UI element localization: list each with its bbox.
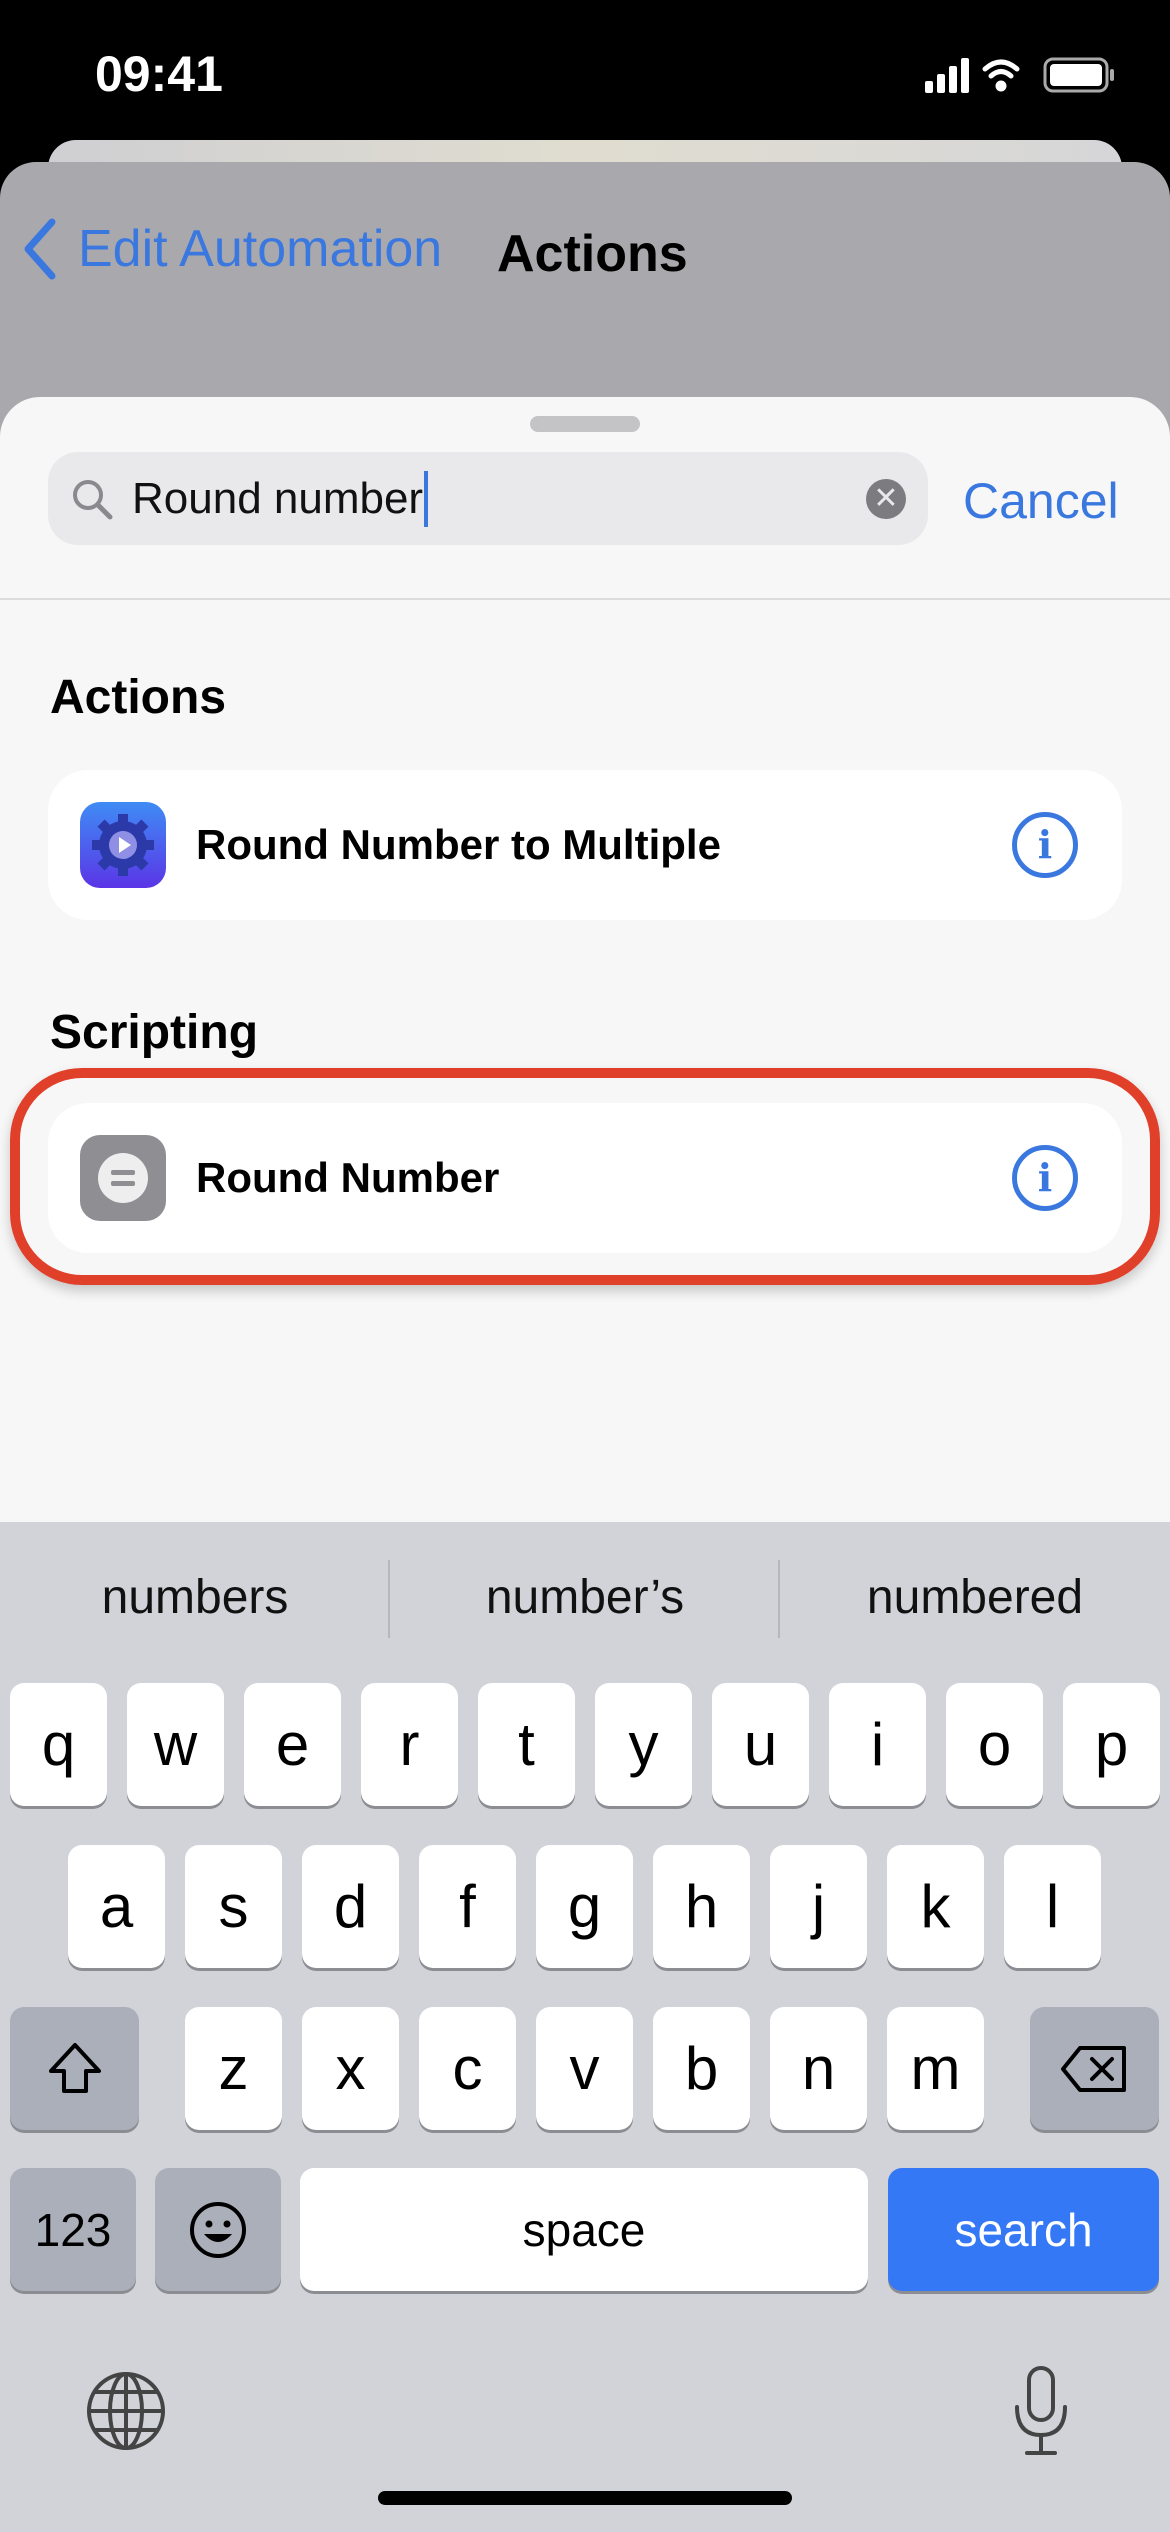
- shift-key[interactable]: [10, 2007, 139, 2130]
- key-a[interactable]: a: [68, 1845, 165, 1968]
- suggestion-divider: [778, 1560, 780, 1638]
- action-row-round-number-to-multiple[interactable]: Round Number to Multiple i: [48, 770, 1122, 920]
- backspace-icon: [1060, 2045, 1126, 2092]
- key-j[interactable]: j: [770, 1845, 867, 1968]
- key-l[interactable]: l: [1004, 1845, 1101, 1968]
- key-v[interactable]: v: [536, 2007, 633, 2130]
- highlight-outline: [10, 1068, 1160, 1285]
- suggestion-divider: [388, 1560, 390, 1638]
- battery-icon: [1043, 57, 1114, 93]
- key-x[interactable]: x: [302, 2007, 399, 2130]
- search-icon: [73, 479, 113, 519]
- sheet-grabber[interactable]: [530, 416, 640, 432]
- key-e[interactable]: e: [244, 1683, 341, 1806]
- section-header-scripting: Scripting: [50, 1006, 259, 1059]
- key-o[interactable]: o: [946, 1683, 1043, 1806]
- status-time: 09:41: [95, 46, 223, 102]
- search-input[interactable]: Round number: [48, 452, 928, 545]
- key-t[interactable]: t: [478, 1683, 575, 1806]
- info-icon[interactable]: i: [1012, 812, 1078, 878]
- key-p[interactable]: p: [1063, 1683, 1160, 1806]
- key-q[interactable]: q: [10, 1683, 107, 1806]
- microphone-icon[interactable]: [1010, 2365, 1072, 2457]
- key-g[interactable]: g: [536, 1845, 633, 1968]
- emoji-icon: [190, 2201, 246, 2258]
- key-n[interactable]: n: [770, 2007, 867, 2130]
- back-button[interactable]: Edit Automation: [22, 218, 442, 280]
- key-c[interactable]: c: [419, 2007, 516, 2130]
- globe-icon[interactable]: [85, 2370, 167, 2452]
- chevron-left-icon: [24, 218, 56, 280]
- key-k[interactable]: k: [887, 1845, 984, 1968]
- key-i[interactable]: i: [829, 1683, 926, 1806]
- divider: [0, 598, 1170, 600]
- emoji-key[interactable]: [155, 2168, 281, 2291]
- suggestion[interactable]: number’s: [395, 1570, 775, 1625]
- status-icons: [925, 57, 1114, 93]
- backspace-key[interactable]: [1030, 2007, 1159, 2130]
- shift-icon: [48, 2042, 101, 2093]
- key-h[interactable]: h: [653, 1845, 750, 1968]
- clear-search-icon[interactable]: ✕: [866, 479, 906, 519]
- numbers-key[interactable]: 123: [10, 2168, 136, 2291]
- key-w[interactable]: w: [127, 1683, 224, 1806]
- gear-play-icon: [80, 802, 166, 888]
- space-key[interactable]: space: [300, 2168, 868, 2291]
- cancel-button[interactable]: Cancel: [963, 472, 1119, 530]
- back-label: Edit Automation: [78, 220, 443, 278]
- search-key[interactable]: search: [888, 2168, 1159, 2291]
- key-d[interactable]: d: [302, 1845, 399, 1968]
- nav-title: Actions: [497, 225, 688, 283]
- section-header-actions: Actions: [50, 671, 227, 724]
- key-r[interactable]: r: [361, 1683, 458, 1806]
- suggestion[interactable]: numbers: [5, 1570, 385, 1625]
- key-z[interactable]: z: [185, 2007, 282, 2130]
- key-u[interactable]: u: [712, 1683, 809, 1806]
- key-y[interactable]: y: [595, 1683, 692, 1806]
- text-caret: [424, 470, 429, 527]
- wifi-icon: [982, 59, 1020, 92]
- suggestion[interactable]: numbered: [785, 1570, 1165, 1625]
- action-label: Round Number to Multiple: [196, 821, 721, 868]
- search-value: Round number: [132, 473, 424, 523]
- home-indicator[interactable]: [378, 2491, 792, 2505]
- action-search-sheet: [0, 397, 1170, 1597]
- signal-icon: [925, 58, 969, 93]
- key-b[interactable]: b: [653, 2007, 750, 2130]
- key-f[interactable]: f: [419, 1845, 516, 1968]
- key-s[interactable]: s: [185, 1845, 282, 1968]
- key-m[interactable]: m: [887, 2007, 984, 2130]
